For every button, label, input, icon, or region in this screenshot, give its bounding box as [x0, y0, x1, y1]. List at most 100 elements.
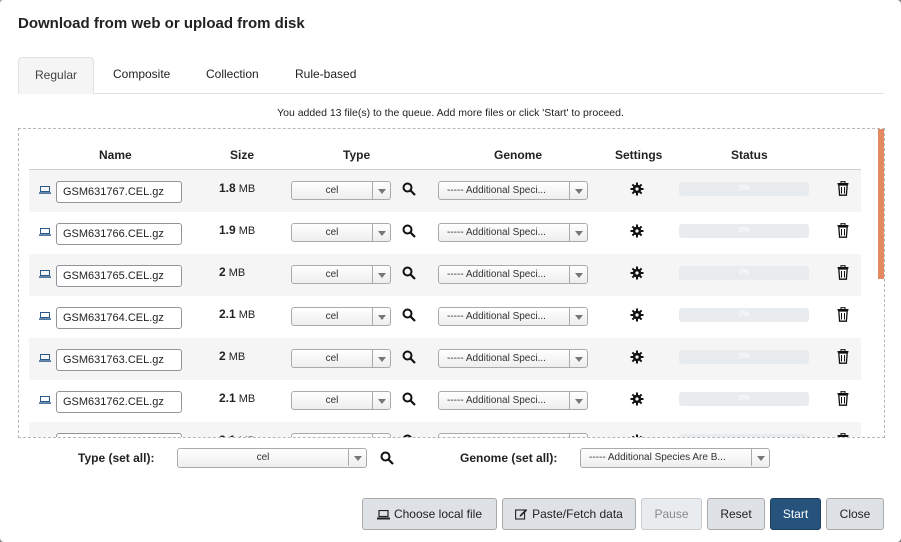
chevron-down-icon	[569, 182, 587, 199]
upload-progress-bar: 0%	[679, 266, 809, 280]
genome-select[interactable]: ----- Additional Speci...	[438, 307, 588, 326]
upload-progress-bar: 0%	[679, 224, 809, 238]
chevron-down-icon	[372, 434, 390, 437]
genome-select[interactable]: ----- Additional Speci...	[438, 265, 588, 284]
queue-info-text: You added 13 file(s) to the queue. Add m…	[277, 107, 624, 119]
genome-select[interactable]: ----- Additional Speci...	[438, 349, 588, 368]
file-type-select[interactable]: cel	[291, 265, 391, 284]
file-name-input[interactable]	[56, 265, 182, 287]
chevron-down-icon	[372, 308, 390, 325]
genome-set-all-select[interactable]: ----- Additional Species Are B...	[580, 448, 770, 468]
dialog-title: Download from web or upload from disk	[18, 15, 305, 32]
queue-row: 2.1 MB cel ----- Additional Speci... 0%	[29, 422, 861, 438]
chevron-down-icon	[751, 449, 769, 466]
trash-icon[interactable]	[837, 307, 849, 322]
chevron-down-icon	[372, 224, 390, 241]
queue-scrollbar[interactable]	[878, 129, 884, 279]
chevron-down-icon	[569, 350, 587, 367]
search-icon[interactable]	[402, 266, 416, 280]
genome-select[interactable]: ----- Additional Speci...	[438, 223, 588, 242]
header-name: Name	[99, 148, 132, 162]
search-icon[interactable]	[402, 308, 416, 322]
file-size: 1.9 MB	[219, 223, 256, 237]
file-size: 2 MB	[219, 349, 246, 363]
file-type-select[interactable]: cel	[291, 307, 391, 326]
search-icon[interactable]	[402, 182, 416, 196]
header-size: Size	[230, 148, 255, 162]
laptop-icon	[39, 354, 51, 362]
file-name-input[interactable]	[56, 223, 182, 245]
chevron-down-icon	[569, 224, 587, 241]
queue-row: 2.1 MB cel ----- Additional Speci... 0%	[29, 380, 861, 423]
file-name-input[interactable]	[56, 391, 182, 413]
tab-rule-based[interactable]: Rule-based	[279, 57, 372, 92]
gear-icon[interactable]	[630, 308, 644, 322]
chevron-down-icon	[372, 182, 390, 199]
tab-collection[interactable]: Collection	[190, 57, 275, 92]
laptop-icon	[39, 186, 51, 194]
upload-progress-bar: 0%	[679, 350, 809, 364]
file-name-input[interactable]	[56, 181, 182, 203]
chevron-down-icon	[569, 392, 587, 409]
header-settings: Settings	[615, 148, 663, 162]
gear-icon[interactable]	[630, 434, 644, 438]
laptop-icon	[376, 509, 390, 520]
file-size: 1.8 MB	[219, 181, 256, 195]
gear-icon[interactable]	[630, 182, 644, 196]
file-name-input[interactable]	[56, 307, 182, 329]
tab-bar: Regular Composite Collection Rule-based	[18, 57, 884, 94]
header-type: Type	[343, 148, 371, 162]
tab-composite[interactable]: Composite	[97, 57, 186, 92]
search-icon[interactable]	[402, 350, 416, 364]
queue-row: 2 MB cel ----- Additional Speci... 0%	[29, 338, 861, 381]
reset-button[interactable]: Reset	[707, 498, 765, 530]
file-name-input[interactable]	[56, 433, 182, 437]
file-name-input[interactable]	[56, 349, 182, 371]
type-set-all-select[interactable]: cel	[177, 448, 367, 468]
start-button[interactable]: Start	[770, 498, 821, 530]
queue-row: 2.1 MB cel ----- Additional Speci... 0%	[29, 296, 861, 339]
queue-row: 1.8 MB cel ----- Additional Speci... 0%	[29, 170, 861, 213]
trash-icon[interactable]	[837, 181, 849, 196]
trash-icon[interactable]	[837, 223, 849, 238]
file-type-select[interactable]: cel	[291, 223, 391, 242]
laptop-icon	[39, 228, 51, 236]
file-size: 2 MB	[219, 265, 246, 279]
file-type-select[interactable]: cel	[291, 349, 391, 368]
close-button[interactable]: Close	[826, 498, 884, 530]
search-icon[interactable]	[402, 434, 416, 438]
search-icon[interactable]	[380, 451, 394, 465]
bulk-settings: Type (set all): cel Genome (set all): --…	[0, 448, 901, 472]
gear-icon[interactable]	[630, 266, 644, 280]
type-set-all-label: Type (set all):	[78, 451, 155, 465]
upload-queue-panel: Name Size Type Genome Settings Status 1.…	[18, 128, 885, 438]
search-icon[interactable]	[402, 224, 416, 238]
chevron-down-icon	[569, 308, 587, 325]
choose-local-file-button[interactable]: Choose local file	[362, 498, 497, 530]
genome-select[interactable]: ----- Additional Speci...	[438, 391, 588, 410]
edit-icon	[515, 509, 528, 520]
genome-select[interactable]: ----- Additional Speci...	[438, 181, 588, 200]
upload-progress-bar: 0%	[679, 434, 809, 437]
search-icon[interactable]	[402, 392, 416, 406]
header-status: Status	[731, 148, 768, 162]
queue-row: 2 MB cel ----- Additional Speci... 0%	[29, 254, 861, 297]
trash-icon[interactable]	[837, 349, 849, 364]
trash-icon[interactable]	[837, 391, 849, 406]
file-type-select[interactable]: cel	[291, 433, 391, 437]
paste-fetch-button[interactable]: Paste/Fetch data	[502, 498, 636, 530]
genome-select[interactable]: ----- Additional Speci...	[438, 433, 588, 437]
trash-icon[interactable]	[837, 433, 849, 438]
file-type-select[interactable]: cel	[291, 391, 391, 410]
trash-icon[interactable]	[837, 265, 849, 280]
tab-regular[interactable]: Regular	[18, 57, 95, 94]
laptop-icon	[39, 270, 51, 278]
pause-button[interactable]: Pause	[641, 498, 702, 530]
gear-icon[interactable]	[630, 350, 644, 364]
queue-table-header: Name Size Type Genome Settings Status	[29, 141, 861, 171]
file-type-select[interactable]: cel	[291, 181, 391, 200]
gear-icon[interactable]	[630, 224, 644, 238]
gear-icon[interactable]	[630, 392, 644, 406]
chevron-down-icon	[348, 449, 366, 466]
chevron-down-icon	[569, 434, 587, 437]
